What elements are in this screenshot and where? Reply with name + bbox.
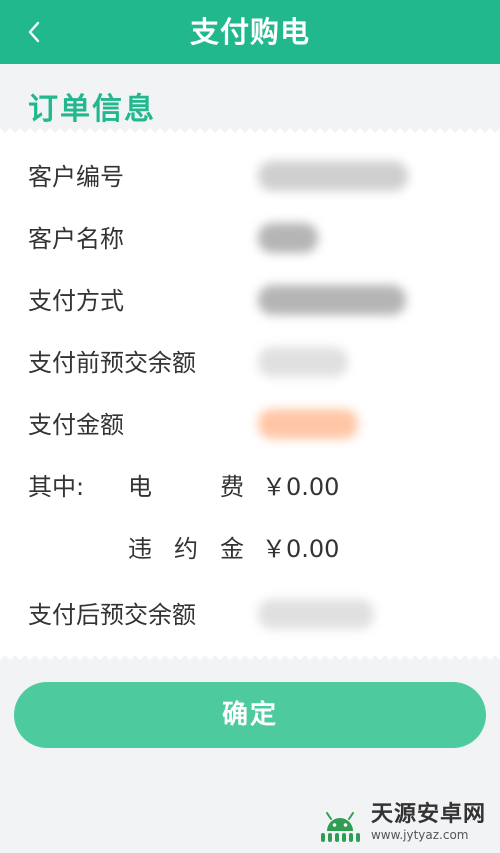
pay-amount-row: 支付金额 bbox=[0, 394, 500, 456]
android-logo-icon bbox=[315, 801, 365, 843]
pay-method-row: 支付方式 bbox=[0, 270, 500, 332]
post-balance-value-redacted bbox=[258, 599, 374, 629]
penalty-row: 违 约 金 ￥0.00 bbox=[0, 518, 500, 580]
pay-amount-value-redacted bbox=[258, 409, 358, 439]
watermark-url: www.jytyaz.com bbox=[370, 828, 469, 842]
confirm-button[interactable]: 确定 bbox=[14, 682, 486, 748]
breakdown-prefix: 其中: bbox=[28, 473, 85, 501]
penalty-char: 违 bbox=[128, 535, 152, 563]
order-info-card: 客户编号 客户名称 支付方式 支付前预交余额 支付金额 其中: 电 费 ￥0.0… bbox=[0, 128, 500, 660]
customer-no-label: 客户编号 bbox=[28, 163, 124, 191]
app-header: 支付购电 bbox=[0, 0, 500, 64]
post-balance-row: 支付后预交余额 bbox=[0, 584, 500, 646]
penalty-value: ￥0.00 bbox=[262, 535, 340, 563]
pay-method-value-redacted bbox=[258, 285, 406, 315]
pre-balance-value-redacted bbox=[258, 347, 348, 377]
electricity-fee-row: 其中: 电 费 ￥0.00 bbox=[0, 456, 500, 518]
customer-no-row: 客户编号 bbox=[0, 146, 500, 208]
pay-amount-label: 支付金额 bbox=[28, 411, 124, 439]
pay-method-label: 支付方式 bbox=[28, 287, 124, 315]
customer-name-value-redacted bbox=[258, 223, 318, 253]
electricity-fee-value: ￥0.00 bbox=[262, 473, 340, 501]
fee-char: 费 bbox=[220, 473, 244, 501]
section-title: 订单信息 bbox=[28, 92, 156, 127]
post-balance-label: 支付后预交余额 bbox=[28, 601, 196, 629]
page-title: 支付购电 bbox=[189, 15, 310, 49]
electricity-fee-label: 电 费 bbox=[128, 456, 244, 518]
fee-char: 电 bbox=[128, 473, 152, 501]
pre-balance-label: 支付前预交余额 bbox=[28, 349, 196, 377]
watermark-name: 天源安卓网 bbox=[370, 802, 486, 827]
customer-no-value-redacted bbox=[258, 161, 408, 191]
customer-name-label: 客户名称 bbox=[28, 225, 124, 253]
customer-name-row: 客户名称 bbox=[0, 208, 500, 270]
penalty-label: 违 约 金 bbox=[128, 518, 244, 580]
penalty-char: 约 bbox=[174, 535, 198, 563]
penalty-char: 金 bbox=[220, 535, 244, 563]
watermark: 天源安卓网 www.jytyaz.com bbox=[315, 799, 486, 845]
pre-balance-row: 支付前预交余额 bbox=[0, 332, 500, 394]
card-top-edge bbox=[0, 128, 500, 136]
card-bottom-edge bbox=[0, 652, 500, 660]
